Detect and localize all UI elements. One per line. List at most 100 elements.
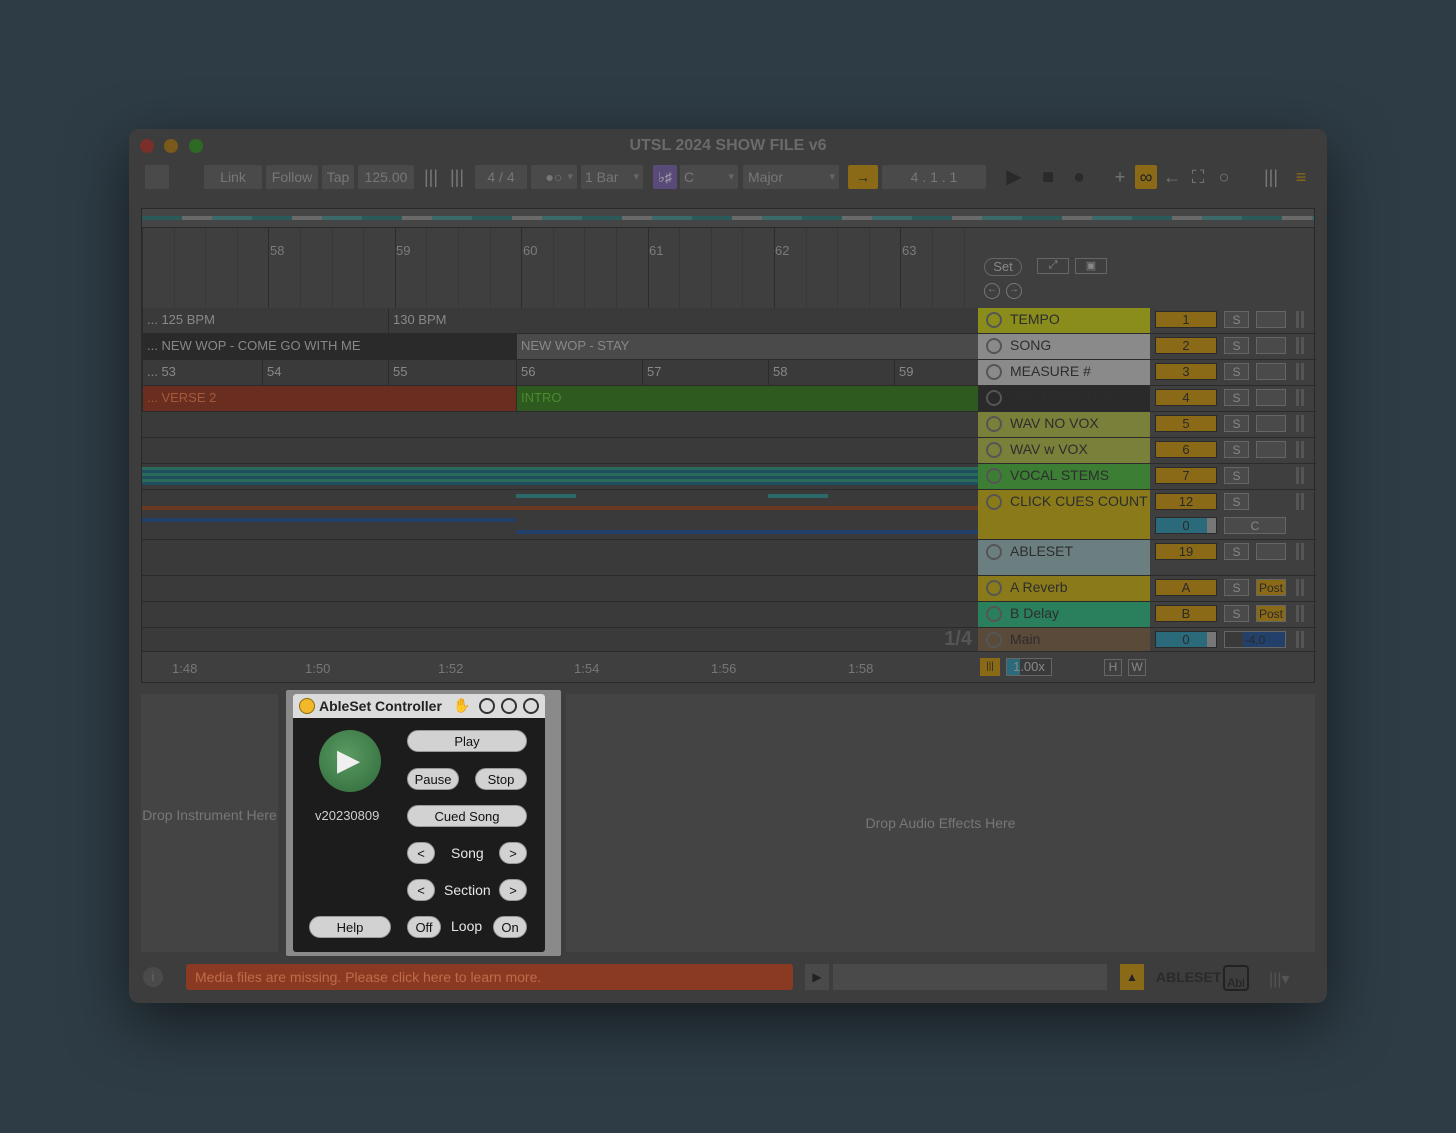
track-header[interactable]: A Reverb	[978, 576, 1150, 602]
track-header[interactable]: MEASURE #	[978, 360, 1150, 386]
record-arm-button[interactable]	[1256, 389, 1286, 406]
play-icon[interactable]: ▶	[1002, 165, 1026, 189]
track-fold-icon[interactable]	[986, 364, 1002, 380]
zoom-field[interactable]: 1.00x	[1006, 658, 1052, 676]
track-number[interactable]: 3	[1155, 363, 1217, 380]
solo-button[interactable]: S	[1224, 467, 1249, 484]
measure-clip[interactable]: 59	[894, 360, 978, 385]
record-arm-button[interactable]	[1256, 337, 1286, 354]
b-delay-lane[interactable]	[142, 602, 978, 628]
wav-no-vox-lane[interactable]	[142, 412, 978, 438]
stop-button[interactable]: Stop	[475, 768, 527, 790]
measure-clip[interactable]: 57	[642, 360, 768, 385]
prev-song-button[interactable]: <	[407, 842, 435, 864]
track-header[interactable]: Main	[978, 628, 1150, 652]
back-to-arrangement-icon[interactable]: ←	[1161, 165, 1183, 189]
track-header[interactable]: TEMPO	[978, 308, 1150, 334]
scale-select[interactable]: Major	[743, 165, 839, 189]
track-number[interactable]: 5	[1155, 415, 1217, 432]
song-position-field[interactable]: 4 . 1 . 1	[882, 165, 986, 189]
key-select[interactable]: C	[680, 165, 738, 189]
session-record-icon[interactable]: ○	[1213, 165, 1235, 189]
help-button[interactable]: Help	[309, 916, 391, 938]
post-button[interactable]: Post	[1256, 579, 1286, 596]
song-lane[interactable]: ... NEW WOP - COME GO WITH ME NEW WOP - …	[142, 334, 978, 360]
quantize-select[interactable]: 1 Bar	[581, 165, 643, 189]
time-ruler[interactable]: 1:48 1:50 1:52 1:54 1:56 1:58	[142, 651, 978, 683]
time-signature-field[interactable]: 4 / 4	[475, 165, 527, 189]
track-header[interactable]: SONG	[978, 334, 1150, 360]
minimize-button[interactable]	[164, 139, 178, 153]
next-locator-icon[interactable]: →	[1006, 283, 1022, 299]
track-header[interactable]: WAV NO VOX	[978, 412, 1150, 438]
record-arm-button[interactable]	[1256, 543, 1286, 560]
section-clip[interactable]: INTRO	[516, 386, 978, 411]
loop-on-button[interactable]: On	[493, 916, 527, 938]
device-settings-icon[interactable]	[501, 698, 517, 714]
solo-button[interactable]: S	[1224, 389, 1249, 406]
track-number[interactable]: 2	[1155, 337, 1217, 354]
measure-clip[interactable]: 58	[768, 360, 894, 385]
device-power-icon[interactable]	[299, 698, 315, 714]
expand-icon[interactable]: ⤢	[1037, 258, 1069, 274]
main-volume[interactable]: -4.0	[1224, 631, 1286, 648]
tap-button[interactable]: Tap	[322, 165, 354, 189]
arrangement-overview[interactable]	[141, 208, 1315, 228]
scale-mode-icon[interactable]: ♭♯	[653, 165, 677, 189]
track-fold-icon[interactable]	[986, 416, 1002, 432]
metronome-toggle[interactable]: ●○	[531, 165, 577, 189]
sub-button[interactable]: C	[1224, 517, 1286, 534]
track-number[interactable]: 6	[1155, 441, 1217, 458]
drop-audio-effects-zone[interactable]: Drop Audio Effects Here	[566, 694, 1315, 952]
track-header[interactable]: VOCAL STEMS	[978, 464, 1150, 490]
track-fold-icon[interactable]	[986, 580, 1002, 596]
tempo-field[interactable]: 125.00	[358, 165, 414, 189]
track-fold-icon[interactable]	[986, 338, 1002, 354]
solo-button[interactable]: S	[1224, 543, 1249, 560]
lock-icon[interactable]: ▣	[1075, 258, 1107, 274]
sections-lane[interactable]: ... VERSE 2 INTRO	[142, 386, 978, 412]
section-clip[interactable]: ... VERSE 2	[142, 386, 516, 411]
solo-button[interactable]: S	[1224, 605, 1249, 622]
tempo-lane[interactable]: ... 125 BPM 130 BPM	[142, 308, 978, 334]
solo-button[interactable]: S	[1224, 363, 1249, 380]
loop-off-button[interactable]: Off	[407, 916, 441, 938]
device-save-icon[interactable]	[523, 698, 539, 714]
track-fold-icon[interactable]	[986, 544, 1002, 560]
wav-w-vox-lane[interactable]	[142, 438, 978, 464]
measure-clip[interactable]: ... 53	[142, 360, 262, 385]
panel-layout-icon[interactable]	[145, 165, 169, 189]
tempo-clip[interactable]: ... 125 BPM	[142, 308, 388, 333]
prev-section-button[interactable]: <	[407, 879, 435, 901]
vocal-stems-lane[interactable]	[142, 464, 978, 490]
stop-icon[interactable]: ■	[1036, 165, 1060, 189]
next-section-button[interactable]: >	[499, 879, 527, 901]
zoom-button[interactable]	[189, 139, 203, 153]
w-toggle[interactable]: W	[1128, 659, 1146, 676]
track-fold-icon[interactable]	[986, 442, 1002, 458]
close-button[interactable]	[140, 139, 154, 153]
track-number[interactable]: A	[1155, 579, 1217, 596]
info-icon[interactable]: i	[143, 967, 163, 987]
solo-button[interactable]: S	[1224, 415, 1249, 432]
h-toggle[interactable]: H	[1104, 659, 1122, 676]
track-number[interactable]: B	[1155, 605, 1217, 622]
click-cues-lane[interactable]	[142, 490, 978, 540]
prev-locator-icon[interactable]: ←	[984, 283, 1000, 299]
solo-button[interactable]: S	[1224, 311, 1249, 328]
follow-button[interactable]: Follow	[266, 165, 318, 189]
track-fold-icon[interactable]	[986, 494, 1002, 510]
track-header[interactable]: WAV w VOX	[978, 438, 1150, 464]
waveform-icon[interactable]: |||	[980, 658, 1000, 676]
song-clip[interactable]: NEW WOP - STAY	[516, 334, 978, 359]
measure-clip[interactable]: 54	[262, 360, 388, 385]
track-fold-icon[interactable]	[986, 390, 1002, 406]
solo-button[interactable]: S	[1224, 441, 1249, 458]
pause-button[interactable]: Pause	[407, 768, 459, 790]
record-arm-button[interactable]	[1256, 363, 1286, 380]
track-fold-icon[interactable]	[986, 312, 1002, 328]
post-button[interactable]: Post	[1256, 605, 1286, 622]
record-arm-button[interactable]	[1256, 441, 1286, 458]
track-fold-icon[interactable]	[986, 468, 1002, 484]
track-number[interactable]: 1	[1155, 311, 1217, 328]
